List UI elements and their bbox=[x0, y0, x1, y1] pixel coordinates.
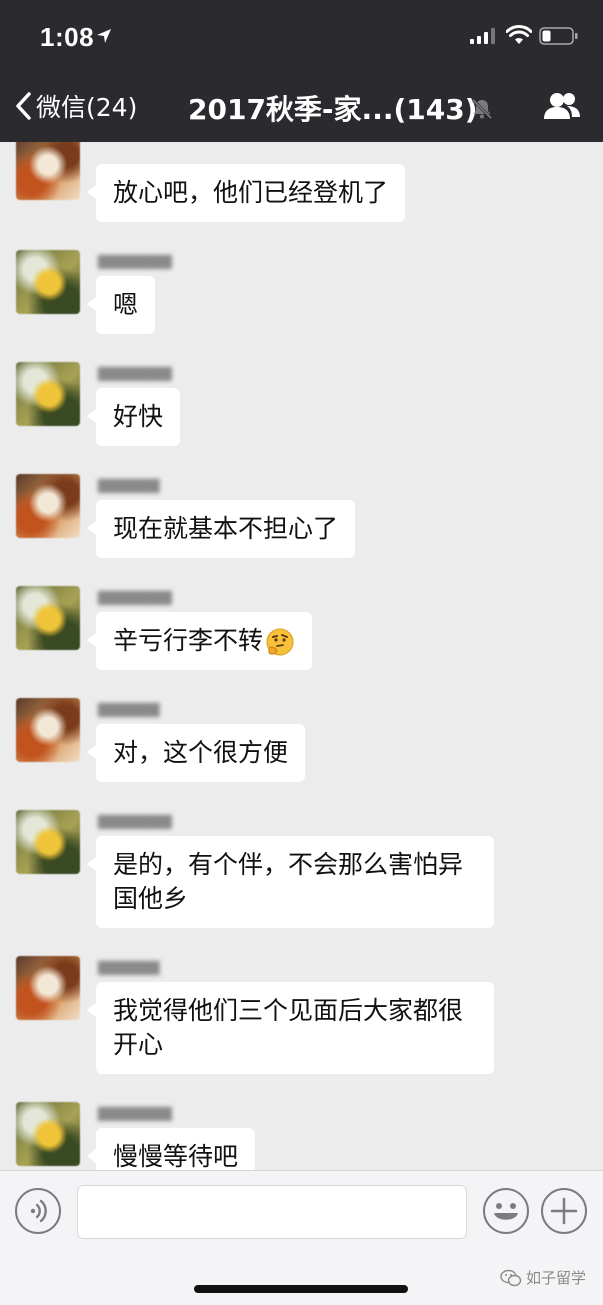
avatar[interactable] bbox=[16, 142, 80, 200]
message-bubble[interactable]: 是的，有个伴，不会那么害怕异国他乡 bbox=[87, 836, 494, 928]
sender-nickname-blurred: ▆▆▆▆▆▆ bbox=[98, 362, 172, 381]
location-arrow-icon bbox=[97, 29, 111, 43]
sender-nickname-blurred: ▆▆▆▆▆▆ bbox=[98, 1102, 172, 1121]
message-bubble[interactable]: 慢慢等待吧 bbox=[86, 1128, 256, 1170]
input-bar: 如子留学 bbox=[0, 1170, 603, 1305]
message-bubble[interactable]: 放心吧，他们已经登机了 bbox=[86, 164, 406, 222]
avatar[interactable] bbox=[16, 250, 80, 314]
back-label: 微信(24) bbox=[36, 93, 138, 122]
sender-nickname-blurred: ▆▆▆▆▆ bbox=[98, 698, 160, 717]
watermark-text: 如子留学 bbox=[526, 1269, 587, 1287]
avatar[interactable] bbox=[16, 586, 80, 650]
avatar[interactable] bbox=[16, 362, 80, 426]
chat-title: 2017秋季-家...(143) bbox=[188, 93, 478, 126]
message-bubble[interactable]: 对，这个很方便 bbox=[86, 724, 306, 782]
avatar[interactable] bbox=[16, 810, 80, 874]
emoji-icon[interactable] bbox=[482, 1187, 530, 1235]
sender-nickname-blurred: ▆▆▆▆▆▆ bbox=[98, 586, 172, 605]
sender-nickname-blurred: ▆▆▆▆▆▆ bbox=[98, 250, 172, 269]
home-indicator[interactable] bbox=[194, 1285, 408, 1293]
chat-message-list[interactable]: 放心吧，他们已经登机了 ▆▆▆▆▆▆ 嗯 ▆▆▆▆▆▆ 好快 ▆▆▆▆▆ 现在就… bbox=[0, 142, 603, 1170]
message-text: 辛亏行李不转 bbox=[113, 626, 264, 655]
message-bubble[interactable]: 嗯 bbox=[86, 276, 156, 334]
wechat-logo-icon bbox=[500, 1269, 522, 1286]
thinking-face-emoji-icon bbox=[266, 628, 294, 656]
signal-icon bbox=[470, 28, 495, 44]
wifi-icon bbox=[506, 25, 532, 44]
avatar[interactable] bbox=[16, 474, 80, 538]
avatar[interactable] bbox=[16, 1102, 80, 1166]
message-bubble[interactable]: 我觉得他们三个见面后大家都很开心 bbox=[87, 982, 494, 1074]
mute-icon bbox=[471, 98, 493, 120]
top-bar: 1:08 微信(24) 2017秋季-家...(143) bbox=[0, 0, 603, 142]
message-bubble[interactable]: 好快 bbox=[86, 388, 181, 446]
status-time: 1:08 bbox=[40, 22, 95, 52]
sender-nickname-blurred: ▆▆▆▆▆ bbox=[98, 474, 160, 493]
avatar[interactable] bbox=[16, 698, 80, 762]
back-button[interactable]: 微信(24) bbox=[14, 86, 137, 126]
message-bubble[interactable]: 现在就基本不担心了 bbox=[86, 500, 356, 558]
plus-icon[interactable] bbox=[540, 1187, 588, 1235]
sender-nickname-blurred: ▆▆▆▆▆▆ bbox=[98, 810, 172, 829]
message-input[interactable] bbox=[77, 1185, 467, 1239]
watermark: 如子留学 bbox=[500, 1267, 586, 1288]
battery-icon bbox=[539, 27, 578, 45]
members-icon[interactable] bbox=[542, 90, 582, 122]
avatar[interactable] bbox=[16, 956, 80, 1020]
message-bubble[interactable]: 辛亏行李不转 bbox=[86, 612, 313, 670]
voice-icon[interactable] bbox=[14, 1187, 62, 1235]
chevron-left-icon bbox=[16, 92, 31, 120]
sender-nickname-blurred: ▆▆▆▆▆ bbox=[98, 956, 160, 975]
